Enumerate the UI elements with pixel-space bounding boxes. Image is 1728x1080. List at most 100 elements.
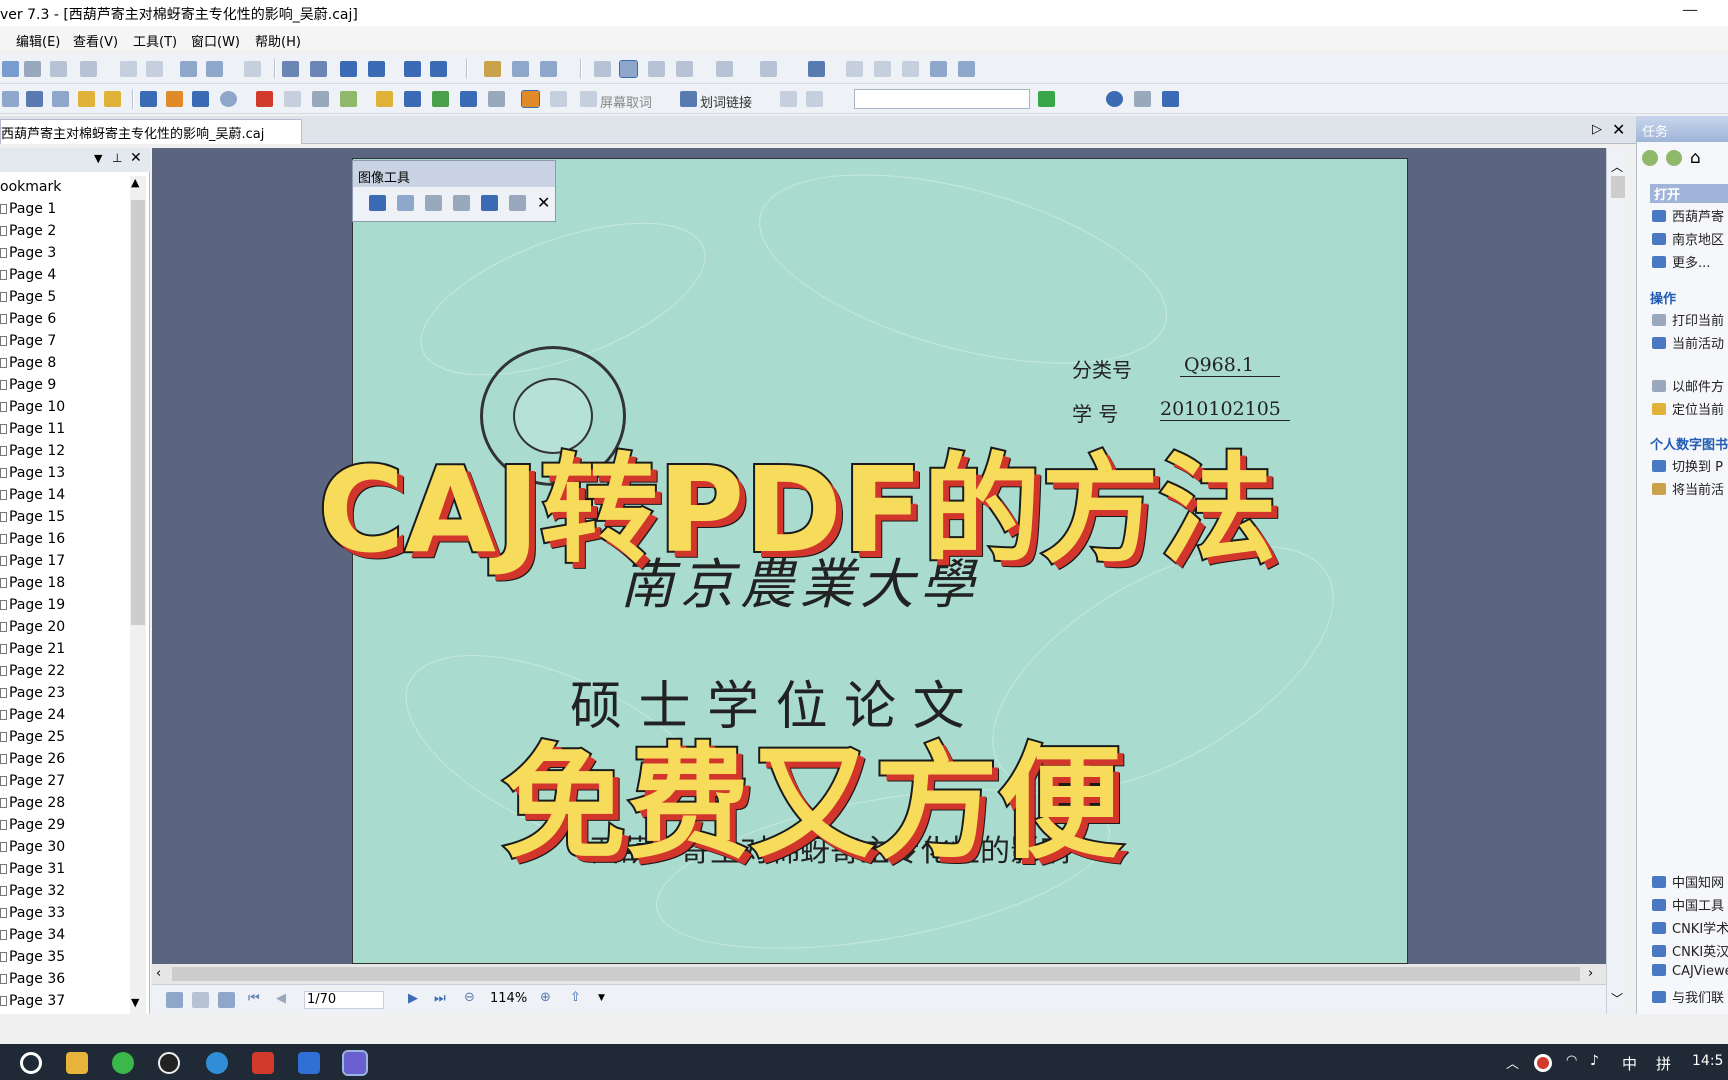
- pause-icon[interactable]: [806, 91, 823, 107]
- view-mode-icon[interactable]: [166, 992, 183, 1008]
- bookmark-item[interactable]: Page 15: [0, 506, 130, 528]
- bookmark-item[interactable]: Page 11: [0, 418, 130, 440]
- fit-page-icon[interactable]: [902, 61, 919, 77]
- scroll-left-icon[interactable]: ‹: [156, 966, 161, 981]
- menu-help[interactable]: 帮助(H): [255, 31, 301, 50]
- zoom-out-nav-icon[interactable]: ⊖: [464, 990, 475, 1005]
- facing-page-icon[interactable]: [648, 61, 665, 77]
- cajviewer-icon[interactable]: [342, 1050, 368, 1076]
- layout-options-icon[interactable]: [760, 61, 777, 77]
- print-icon[interactable]: [24, 61, 41, 77]
- ocr-image-icon[interactable]: [453, 195, 470, 211]
- tab-scroll-icon[interactable]: ▷: [1592, 122, 1602, 137]
- bookmark-item[interactable]: Page 8: [0, 352, 130, 374]
- back-nav-icon[interactable]: [1642, 150, 1658, 166]
- close-document-icon[interactable]: ✕: [1612, 120, 1625, 139]
- forward-nav-icon[interactable]: [1666, 150, 1682, 166]
- bookmark-item[interactable]: Page 32: [0, 880, 130, 902]
- continuous-page-icon[interactable]: [619, 60, 638, 78]
- menu-view[interactable]: 查看(V): [73, 31, 118, 50]
- search-tool-icon[interactable]: [488, 91, 505, 107]
- bookmark-item[interactable]: Page 24: [0, 704, 130, 726]
- word-link-icon[interactable]: [680, 91, 697, 107]
- task-open-item[interactable]: 南京地区: [1652, 229, 1724, 248]
- notes-icon[interactable]: [298, 1052, 320, 1074]
- highlighter-icon[interactable]: [166, 91, 183, 107]
- task-link-item[interactable]: 中国工具: [1652, 895, 1724, 914]
- rotate-nav-icon[interactable]: ⇧: [570, 990, 581, 1005]
- bookmark-item[interactable]: Page 29: [0, 814, 130, 836]
- continuous-facing-icon[interactable]: [676, 61, 693, 77]
- page-info-icon[interactable]: [1134, 91, 1151, 107]
- bookmark-item[interactable]: Page 6: [0, 308, 130, 330]
- hand-icon[interactable]: [78, 91, 95, 107]
- view-mode3-icon[interactable]: [218, 992, 235, 1008]
- rotate-dropdown-icon[interactable]: ▼: [598, 993, 605, 1003]
- text-select-icon[interactable]: [104, 91, 121, 107]
- search-combo[interactable]: [854, 89, 1030, 109]
- bookmark-item[interactable]: Page 4: [0, 264, 130, 286]
- last-page-nav-icon[interactable]: ⏭: [434, 991, 446, 1006]
- preview-icon[interactable]: [50, 61, 67, 77]
- select-icon[interactable]: [244, 61, 261, 77]
- rectangle-icon[interactable]: [192, 91, 209, 107]
- undo-icon[interactable]: [180, 61, 197, 77]
- bookmark-item[interactable]: Page 10: [0, 396, 130, 418]
- save-icon[interactable]: [2, 61, 19, 77]
- strikeout-icon[interactable]: [284, 91, 301, 107]
- bookmark-item[interactable]: Page 9: [0, 374, 130, 396]
- actual-size-icon[interactable]: [846, 61, 863, 77]
- bookmark-item[interactable]: Page 25: [0, 726, 130, 748]
- copy-image-icon[interactable]: [397, 195, 414, 211]
- task-personal-item[interactable]: 将当前活: [1652, 479, 1724, 498]
- pin-icon[interactable]: ⊥: [112, 151, 122, 165]
- task-link-item[interactable]: 与我们联: [1652, 987, 1724, 1006]
- bookmark-item[interactable]: Page 5: [0, 286, 130, 308]
- pen-icon[interactable]: [140, 91, 157, 107]
- edit-image-icon[interactable]: [509, 195, 526, 211]
- text-annotation-icon[interactable]: [404, 91, 421, 107]
- underline-icon[interactable]: [432, 91, 449, 107]
- menu-edit[interactable]: 编辑(E): [16, 31, 60, 50]
- bookmark-item[interactable]: Page 7: [0, 330, 130, 352]
- edge-icon[interactable]: [206, 1052, 228, 1074]
- wps-icon[interactable]: [252, 1052, 274, 1074]
- horizontal-scrollbar[interactable]: ‹ ›: [152, 964, 1606, 984]
- menu-window[interactable]: 窗口(W): [191, 31, 240, 50]
- bookmark-item[interactable]: Page 14: [0, 484, 130, 506]
- rotate-left-icon[interactable]: [512, 61, 529, 77]
- zoom-in-nav-icon[interactable]: ⊕: [540, 990, 551, 1005]
- home-icon[interactable]: ⌂: [1690, 148, 1701, 168]
- image-tools-close-icon[interactable]: ✕: [537, 193, 550, 212]
- bookmark-item[interactable]: Page 13: [0, 462, 130, 484]
- volume-icon[interactable]: ♪: [1590, 1053, 1599, 1069]
- task-op-item[interactable]: 打印当前: [1652, 310, 1724, 329]
- scroll-right-icon[interactable]: ›: [1588, 966, 1593, 981]
- vertical-scrollbar[interactable]: ︿ ﹀: [1606, 148, 1628, 1014]
- task-op-item[interactable]: 以邮件方: [1652, 376, 1724, 395]
- save-image-icon[interactable]: [369, 195, 386, 211]
- bookmark-item[interactable]: Page 36: [0, 968, 130, 990]
- panel-menu-icon[interactable]: ▼: [94, 152, 102, 165]
- task-op-item[interactable]: 定位当前: [1652, 399, 1724, 418]
- ime-mode-indicator[interactable]: 拼: [1656, 1053, 1671, 1074]
- vscroll-up-icon[interactable]: ︿: [1611, 158, 1623, 175]
- task-open-more[interactable]: 更多...: [1652, 252, 1710, 271]
- copy-icon[interactable]: [80, 61, 97, 77]
- task-link-item[interactable]: CNKI英汉: [1652, 941, 1728, 960]
- file-explorer-icon[interactable]: [66, 1052, 88, 1074]
- vscroll-down-icon[interactable]: ﹀: [1611, 990, 1623, 1007]
- bookmark-item[interactable]: Page 22: [0, 660, 130, 682]
- window-icon[interactable]: [1162, 91, 1179, 107]
- redo-icon[interactable]: [206, 61, 223, 77]
- task-link-item[interactable]: CNKI学术: [1652, 918, 1728, 937]
- view-mode2-icon[interactable]: [192, 992, 209, 1008]
- minimize-button[interactable]: —: [1682, 0, 1698, 19]
- record-icon[interactable]: [1534, 1054, 1552, 1072]
- task-link-item[interactable]: 中国知网: [1652, 872, 1724, 891]
- fit-width-icon[interactable]: [874, 61, 891, 77]
- next-page-nav-icon[interactable]: ▶: [408, 991, 418, 1006]
- search-circle-icon[interactable]: [20, 1052, 42, 1074]
- bookmark-item[interactable]: Page 2: [0, 220, 130, 242]
- bookmark-item[interactable]: Page 34: [0, 924, 130, 946]
